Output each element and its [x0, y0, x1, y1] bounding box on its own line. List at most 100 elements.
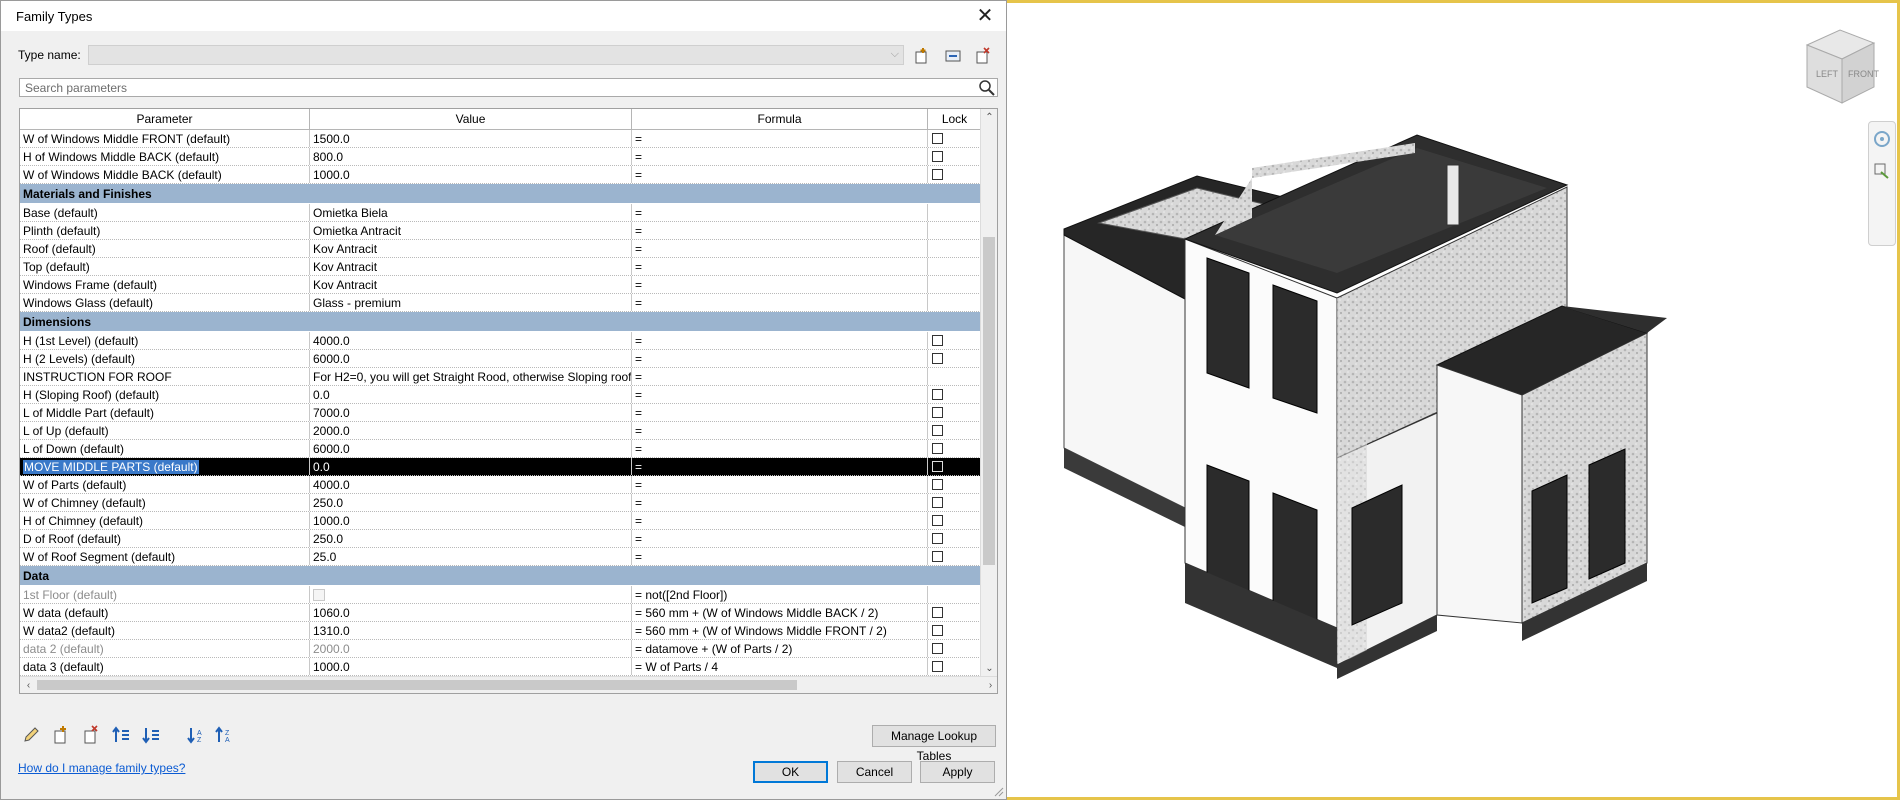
- table-row[interactable]: Base (default) Omietka Biela =: [20, 204, 981, 222]
- vertical-scrollbar[interactable]: ⌃ ⌄: [980, 109, 997, 677]
- formula-cell[interactable]: =: [632, 332, 928, 349]
- table-row[interactable]: H (2 Levels) (default) 6000.0 =: [20, 350, 981, 368]
- apply-button[interactable]: Apply: [920, 761, 995, 783]
- formula-cell[interactable]: =: [632, 458, 928, 475]
- parameter-cell[interactable]: data 3 (default): [20, 658, 310, 675]
- column-header-value[interactable]: Value: [310, 109, 632, 129]
- value-cell[interactable]: 25.0: [310, 548, 632, 565]
- parameter-cell[interactable]: H (1st Level) (default): [20, 332, 310, 349]
- horizontal-scroll-thumb[interactable]: [37, 680, 797, 690]
- value-cell[interactable]: 2000.0: [310, 422, 632, 439]
- vertical-scroll-thumb[interactable]: [983, 237, 995, 565]
- formula-cell[interactable]: = W of Parts / 4: [632, 658, 928, 675]
- parameter-cell[interactable]: Base (default): [20, 204, 310, 221]
- table-row[interactable]: H of Chimney (default) 1000.0 =: [20, 512, 981, 530]
- parameter-cell[interactable]: Top (default): [20, 258, 310, 275]
- viewcube-front-label[interactable]: FRONT: [1848, 69, 1879, 79]
- formula-cell[interactable]: =: [632, 386, 928, 403]
- formula-cell[interactable]: =: [632, 494, 928, 511]
- formula-cell[interactable]: =: [632, 548, 928, 565]
- table-row[interactable]: L of Middle Part (default) 7000.0 =: [20, 404, 981, 422]
- lock-checkbox[interactable]: [932, 533, 943, 544]
- lock-checkbox[interactable]: [932, 497, 943, 508]
- value-checkbox[interactable]: [313, 589, 325, 601]
- value-cell[interactable]: [310, 586, 632, 603]
- table-row[interactable]: 1st Floor (default) = not([2nd Floor]): [20, 586, 981, 604]
- lock-checkbox[interactable]: [932, 335, 943, 346]
- value-cell[interactable]: 250.0: [310, 494, 632, 511]
- group-header[interactable]: Dimensions: [20, 312, 981, 332]
- value-cell[interactable]: 1000.0: [310, 512, 632, 529]
- column-header-parameter[interactable]: Parameter: [20, 109, 310, 129]
- parameter-cell[interactable]: Plinth (default): [20, 222, 310, 239]
- table-row[interactable]: D of Roof (default) 250.0 =: [20, 530, 981, 548]
- group-header[interactable]: Data: [20, 566, 981, 586]
- parameter-cell[interactable]: Roof (default): [20, 240, 310, 257]
- table-row[interactable]: H of Windows Middle BACK (default) 800.0 =: [20, 148, 981, 166]
- lock-checkbox[interactable]: [932, 425, 943, 436]
- parameter-cell[interactable]: data 2 (default): [20, 640, 310, 657]
- zoom-region-icon[interactable]: [1873, 162, 1891, 180]
- formula-cell[interactable]: =: [632, 148, 928, 165]
- formula-cell[interactable]: =: [632, 276, 928, 293]
- formula-cell[interactable]: =: [632, 204, 928, 221]
- view-cube[interactable]: LEFT FRONT: [1802, 25, 1880, 107]
- table-row[interactable]: H (1st Level) (default) 4000.0 =: [20, 332, 981, 350]
- 3d-viewport[interactable]: LEFT FRONT: [1007, 0, 1900, 800]
- table-row[interactable]: Windows Frame (default) Kov Antracit =: [20, 276, 981, 294]
- table-row[interactable]: H (Sloping Roof) (default) 0.0 =: [20, 386, 981, 404]
- parameter-cell[interactable]: Windows Glass (default): [20, 294, 310, 311]
- lock-checkbox[interactable]: [932, 353, 943, 364]
- lock-checkbox[interactable]: [932, 515, 943, 526]
- lock-checkbox[interactable]: [932, 389, 943, 400]
- rename-type-icon[interactable]: [944, 47, 962, 65]
- delete-type-icon[interactable]: [974, 47, 992, 65]
- parameter-cell[interactable]: W of Windows Middle FRONT (default): [20, 130, 310, 147]
- value-cell[interactable]: 1000.0: [310, 658, 632, 675]
- value-cell[interactable]: Glass - premium: [310, 294, 632, 311]
- parameter-cell[interactable]: INSTRUCTION FOR ROOF: [20, 368, 310, 385]
- parameter-cell[interactable]: 1st Floor (default): [20, 586, 310, 603]
- table-row[interactable]: Windows Glass (default) Glass - premium =: [20, 294, 981, 312]
- formula-cell[interactable]: =: [632, 530, 928, 547]
- value-cell[interactable]: For H2=0, you will get Straight Rood, ot…: [310, 368, 632, 385]
- value-cell[interactable]: Kov Antracit: [310, 240, 632, 257]
- table-row[interactable]: data 2 (default) 2000.0 = datamove + (W of…: [20, 640, 981, 658]
- table-row[interactable]: L of Down (default) 6000.0 =: [20, 440, 981, 458]
- move-parameter-up-icon[interactable]: [111, 725, 131, 745]
- value-cell[interactable]: 0.0: [310, 386, 632, 403]
- formula-cell[interactable]: =: [632, 258, 928, 275]
- value-cell[interactable]: 800.0: [310, 148, 632, 165]
- delete-parameter-icon[interactable]: [81, 725, 101, 745]
- lock-checkbox[interactable]: [932, 133, 943, 144]
- type-name-dropdown[interactable]: ⌵: [88, 45, 904, 65]
- viewcube-left-label[interactable]: LEFT: [1816, 69, 1839, 79]
- formula-cell[interactable]: =: [632, 294, 928, 311]
- lock-checkbox[interactable]: [932, 643, 943, 654]
- lock-checkbox[interactable]: [932, 407, 943, 418]
- scroll-up-icon[interactable]: ⌃: [981, 109, 997, 126]
- parameter-cell[interactable]: W data (default): [20, 604, 310, 621]
- value-cell[interactable]: 4000.0: [310, 332, 632, 349]
- search-input[interactable]: [23, 79, 967, 97]
- close-button[interactable]: ✕: [972, 3, 998, 29]
- column-header-formula[interactable]: Formula: [632, 109, 928, 129]
- help-link[interactable]: How do I manage family types?: [18, 761, 185, 775]
- parameter-cell[interactable]: MOVE MIDDLE PARTS (default): [20, 458, 310, 475]
- search-icon[interactable]: [978, 79, 996, 97]
- formula-cell[interactable]: =: [632, 512, 928, 529]
- lock-checkbox[interactable]: [932, 625, 943, 636]
- table-row[interactable]: W of Parts (default) 4000.0 =: [20, 476, 981, 494]
- horizontal-scrollbar[interactable]: ‹ ›: [20, 676, 997, 693]
- parameter-cell[interactable]: W data2 (default): [20, 622, 310, 639]
- formula-cell[interactable]: =: [632, 368, 928, 385]
- formula-cell[interactable]: =: [632, 166, 928, 183]
- parameter-cell[interactable]: W of Parts (default): [20, 476, 310, 493]
- ok-button[interactable]: OK: [753, 761, 828, 783]
- steering-wheel-icon[interactable]: [1873, 130, 1891, 148]
- formula-cell[interactable]: =: [632, 422, 928, 439]
- formula-cell[interactable]: =: [632, 130, 928, 147]
- formula-cell[interactable]: =: [632, 476, 928, 493]
- table-row[interactable]: data 3 (default) 1000.0 = W of Parts / 4: [20, 658, 981, 676]
- table-row[interactable]: Top (default) Kov Antracit =: [20, 258, 981, 276]
